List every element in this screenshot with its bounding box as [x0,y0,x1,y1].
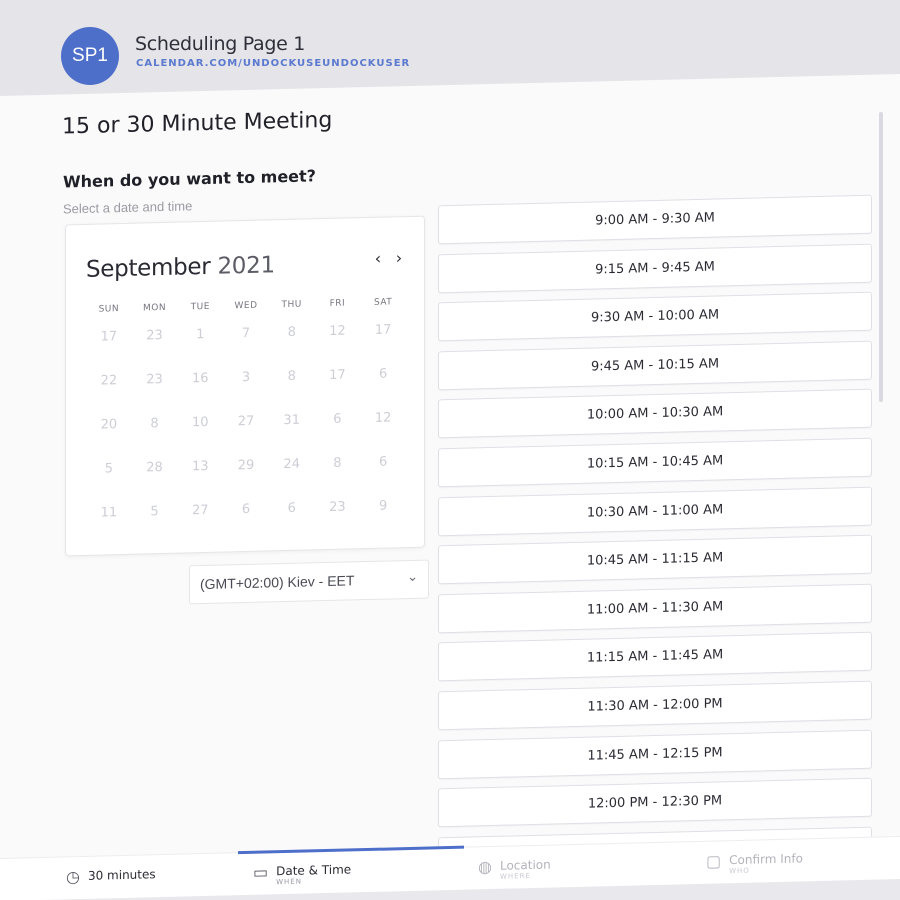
calendar-day[interactable]: 6 [269,500,315,517]
weekday-label: MON [143,302,167,314]
calendar-day[interactable]: 13 [177,459,223,476]
step-confirm-info[interactable]: ▢ Confirm Info WHO [706,851,803,875]
avatar: SP1 [61,27,119,85]
clock-icon: ◷ [66,867,80,887]
page-url-link[interactable]: CALENDAR.COM/UNDOCKUSEUNDOCKUSER [136,58,410,69]
meeting-title: 15 or 30 Minute Meeting [62,107,333,140]
time-slot-button[interactable]: 10:45 AM - 11:15 AM [438,534,872,585]
main-content: 15 or 30 Minute Meeting When do you want… [0,74,900,877]
calendar-day[interactable]: 27 [223,413,269,430]
time-slot-button[interactable]: 9:15 AM - 9:45 AM [438,243,872,293]
calendar-day[interactable]: 12 [360,410,406,427]
time-slot-button[interactable]: 11:15 AM - 11:45 AM [438,632,872,682]
calendar-day[interactable]: 6 [360,366,406,383]
timezone-select[interactable]: (GMT+02:00) Kiev - EET ⌄ [189,559,429,605]
calendar-day[interactable]: 17 [86,329,132,346]
time-slot-button[interactable]: 10:00 AM - 10:30 AM [438,389,872,439]
calendar-day[interactable]: 24 [269,456,315,473]
calendar-day[interactable]: 5 [132,504,178,521]
time-slot-button[interactable]: 11:45 AM - 12:15 PM [438,729,872,779]
chevron-down-icon: ⌄ [407,569,418,586]
calendar-day-grid: 17 23 1 7 8 12 17 22 23 16 3 8 17 6 20 8 10 27 31 6 12 5 28 13 2… [86,322,406,522]
calendar-day[interactable]: 31 [269,412,315,429]
step-duration[interactable]: ◷ 30 minutes [66,867,156,887]
weekday-label: THU [281,299,302,311]
calendar-month-title: September 2021 [86,252,275,283]
calendar-day[interactable]: 9 [360,498,406,515]
calendar-month: September [86,253,211,283]
step-sublabel: WHERE [499,872,531,881]
calendar-day[interactable]: 10 [177,415,223,432]
prev-month-button[interactable]: ‹ [369,248,387,268]
calendar-day[interactable]: 6 [223,501,269,518]
weekday-label: FRI [329,298,346,309]
note-icon: ▢ [706,851,722,871]
calendar-day[interactable]: 5 [86,461,132,478]
chevron-right-icon: › [395,247,403,267]
calendar-day[interactable]: 7 [223,325,269,342]
location-pin-icon: ◍ [478,856,492,877]
time-slot-button[interactable]: 9:45 AM - 10:15 AM [438,340,872,391]
time-slot-list: 9:00 AM - 9:30 AM 9:15 AM - 9:45 AM 9:30 A… [438,194,872,886]
calendar-day[interactable]: 6 [315,411,361,428]
calendar-day[interactable]: 23 [315,499,361,516]
calendar-day[interactable]: 23 [132,372,178,389]
calendar-day[interactable]: 1 [177,327,223,344]
step-location[interactable]: ◍ Location WHERE [478,856,551,882]
calendar-year: 2021 [217,252,275,280]
scheduling-page: SP1 Scheduling Page 1 CALENDAR.COM/UNDOC… [0,0,900,900]
section-hint: Select a date and time [63,198,193,217]
calendar-day[interactable]: 8 [269,368,315,385]
step-date-time[interactable]: ▭ Date & Time WHEN [253,862,351,886]
time-slot-button[interactable]: 10:15 AM - 10:45 AM [438,437,872,488]
date-picker-calendar: September 2021 ‹ › SUN MON TUE WED THU FRI SAT… [65,215,425,557]
calendar-day[interactable]: 22 [86,373,132,390]
chevron-left-icon: ‹ [374,248,382,268]
step-sublabel: WHEN [276,877,302,887]
next-month-button[interactable]: › [390,247,408,267]
time-slot-button[interactable]: 12:00 PM - 12:30 PM [438,777,872,828]
calendar-day[interactable]: 8 [315,455,361,472]
calendar-day[interactable]: 28 [132,460,178,477]
calendar-day[interactable]: 11 [86,505,132,522]
weekday-label: SUN [98,304,120,315]
calendar-day[interactable]: 17 [360,322,406,339]
calendar-day[interactable]: 3 [223,369,269,386]
time-slot-button[interactable]: 9:30 AM - 10:00 AM [438,291,872,342]
calendar-icon: ▭ [253,862,269,882]
calendar-day[interactable]: 6 [360,454,406,471]
time-slot-button[interactable]: 9:00 AM - 9:30 AM [438,194,872,245]
time-slot-button[interactable]: 10:30 AM - 11:00 AM [438,486,872,536]
calendar-day[interactable]: 12 [315,323,361,340]
weekday-label: SAT [373,297,393,308]
step-label: Location [499,857,551,873]
calendar-day[interactable]: 23 [132,328,178,345]
calendar-day[interactable]: 29 [223,457,269,474]
weekday-label: WED [234,300,258,312]
calendar-day[interactable]: 17 [315,367,361,384]
calendar-day[interactable]: 20 [86,417,132,434]
page-name: Scheduling Page 1 [135,33,306,55]
calendar-day[interactable]: 27 [177,503,223,520]
weekday-label: TUE [190,301,210,313]
step-sublabel: WHO [729,866,750,876]
time-slot-button[interactable]: 11:30 AM - 12:00 PM [438,680,872,731]
timezone-value: (GMT+02:00) Kiev - EET [200,572,355,593]
time-slot-button[interactable]: 11:00 AM - 11:30 AM [438,583,872,634]
time-slot-scrollbar[interactable] [879,112,883,402]
calendar-day[interactable]: 16 [177,371,223,388]
section-heading: When do you want to meet? [63,166,316,192]
calendar-day[interactable]: 8 [132,416,178,433]
step-label: 30 minutes [87,867,156,883]
weekday-header-row: SUN MON TUE WED THU FRI SAT [86,297,406,315]
calendar-day[interactable]: 8 [269,324,315,341]
